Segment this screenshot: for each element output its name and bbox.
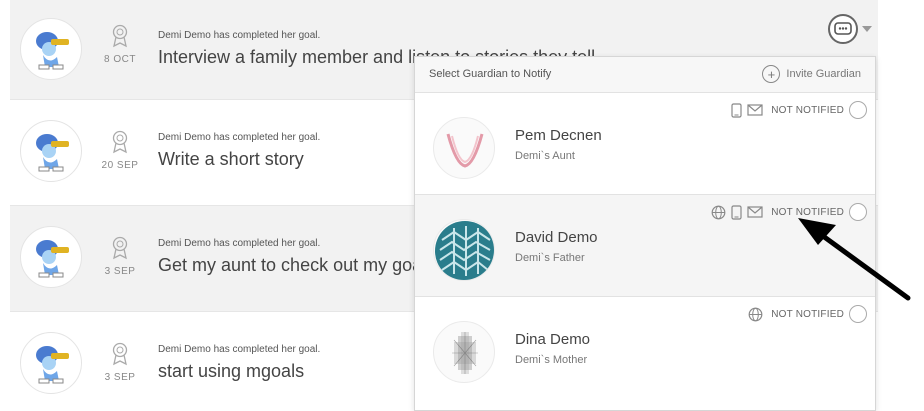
award-icon [112, 236, 128, 260]
notify-radio[interactable] [849, 101, 867, 119]
guardian-name: Dina Demo [515, 331, 591, 348]
status-label: NOT NOTIFIED [771, 104, 844, 116]
guardian-photo [433, 219, 495, 281]
goal-date: 3 SEP [104, 372, 136, 383]
notify-radio[interactable] [849, 305, 867, 323]
award-badge: 3 SEP [92, 342, 148, 383]
globe-icon [748, 307, 763, 321]
notify-status: NOT NOTIFIED [731, 101, 867, 119]
guardian-notify-dropdown: Select Guardian to Notify + Invite Guard… [414, 56, 876, 411]
invite-guardian-label: Invite Guardian [786, 68, 861, 80]
award-icon [112, 342, 128, 366]
avatar [20, 332, 82, 394]
mobile-icon [731, 102, 742, 118]
globe-icon [711, 205, 726, 219]
chat-bubble-icon [834, 22, 852, 35]
goal-meta: Demi Demo has completed her goal. [158, 238, 321, 249]
award-icon [112, 24, 128, 48]
plus-circle-icon: + [762, 65, 781, 83]
invite-guardian-button[interactable]: + Invite Guardian [762, 65, 861, 83]
mail-icon [747, 104, 763, 116]
chevron-down-icon[interactable] [862, 26, 872, 32]
goal-meta: Demi Demo has completed her goal. [158, 344, 321, 355]
status-label: NOT NOTIFIED [771, 206, 844, 218]
notify-status: NOT NOTIFIED [748, 305, 867, 323]
goal-meta: Demi Demo has completed her goal. [158, 132, 321, 143]
goal-title[interactable]: Get my aunt to check out my goals [158, 255, 435, 276]
guardian-row[interactable]: Pem Decnen Demi`s Aunt NOT NOTIFIED [415, 93, 875, 195]
dropdown-header: Select Guardian to Notify + Invite Guard… [415, 57, 875, 93]
guardian-photo [433, 321, 495, 383]
guardian-name: Pem Decnen [515, 127, 602, 144]
mobile-icon [731, 204, 742, 220]
goal-title[interactable]: Write a short story [158, 149, 320, 170]
goal-meta: Demi Demo has completed her goal. [158, 30, 321, 41]
award-icon [112, 130, 128, 154]
goal-date: 20 SEP [101, 160, 139, 171]
comment-button[interactable] [828, 14, 858, 44]
goal-date: 8 OCT [104, 54, 136, 65]
goal-date: 3 SEP [104, 266, 136, 277]
avatar [20, 120, 82, 182]
guardian-photo [433, 117, 495, 179]
award-badge: 3 SEP [92, 236, 148, 277]
status-label: NOT NOTIFIED [771, 308, 844, 320]
guardian-relation: Demi`s Father [515, 252, 585, 264]
award-badge: 20 SEP [92, 130, 148, 171]
guardian-relation: Demi`s Mother [515, 354, 588, 366]
award-badge: 8 OCT [92, 24, 148, 65]
dropdown-title: Select Guardian to Notify [429, 68, 552, 80]
mail-icon [747, 206, 763, 218]
guardian-name: David Demo [515, 229, 598, 246]
goal-title[interactable]: start using mgoals [158, 361, 320, 382]
guardian-relation: Demi`s Aunt [515, 150, 575, 162]
notify-status: NOT NOTIFIED [711, 203, 867, 221]
guardian-row[interactable]: David Demo Demi`s Father NOT NOTIFIED [415, 195, 875, 297]
guardian-row[interactable]: Dina Demo Demi`s Mother NOT NOTIFIED [415, 297, 875, 399]
avatar [20, 18, 82, 80]
notify-radio[interactable] [849, 203, 867, 221]
avatar [20, 226, 82, 288]
